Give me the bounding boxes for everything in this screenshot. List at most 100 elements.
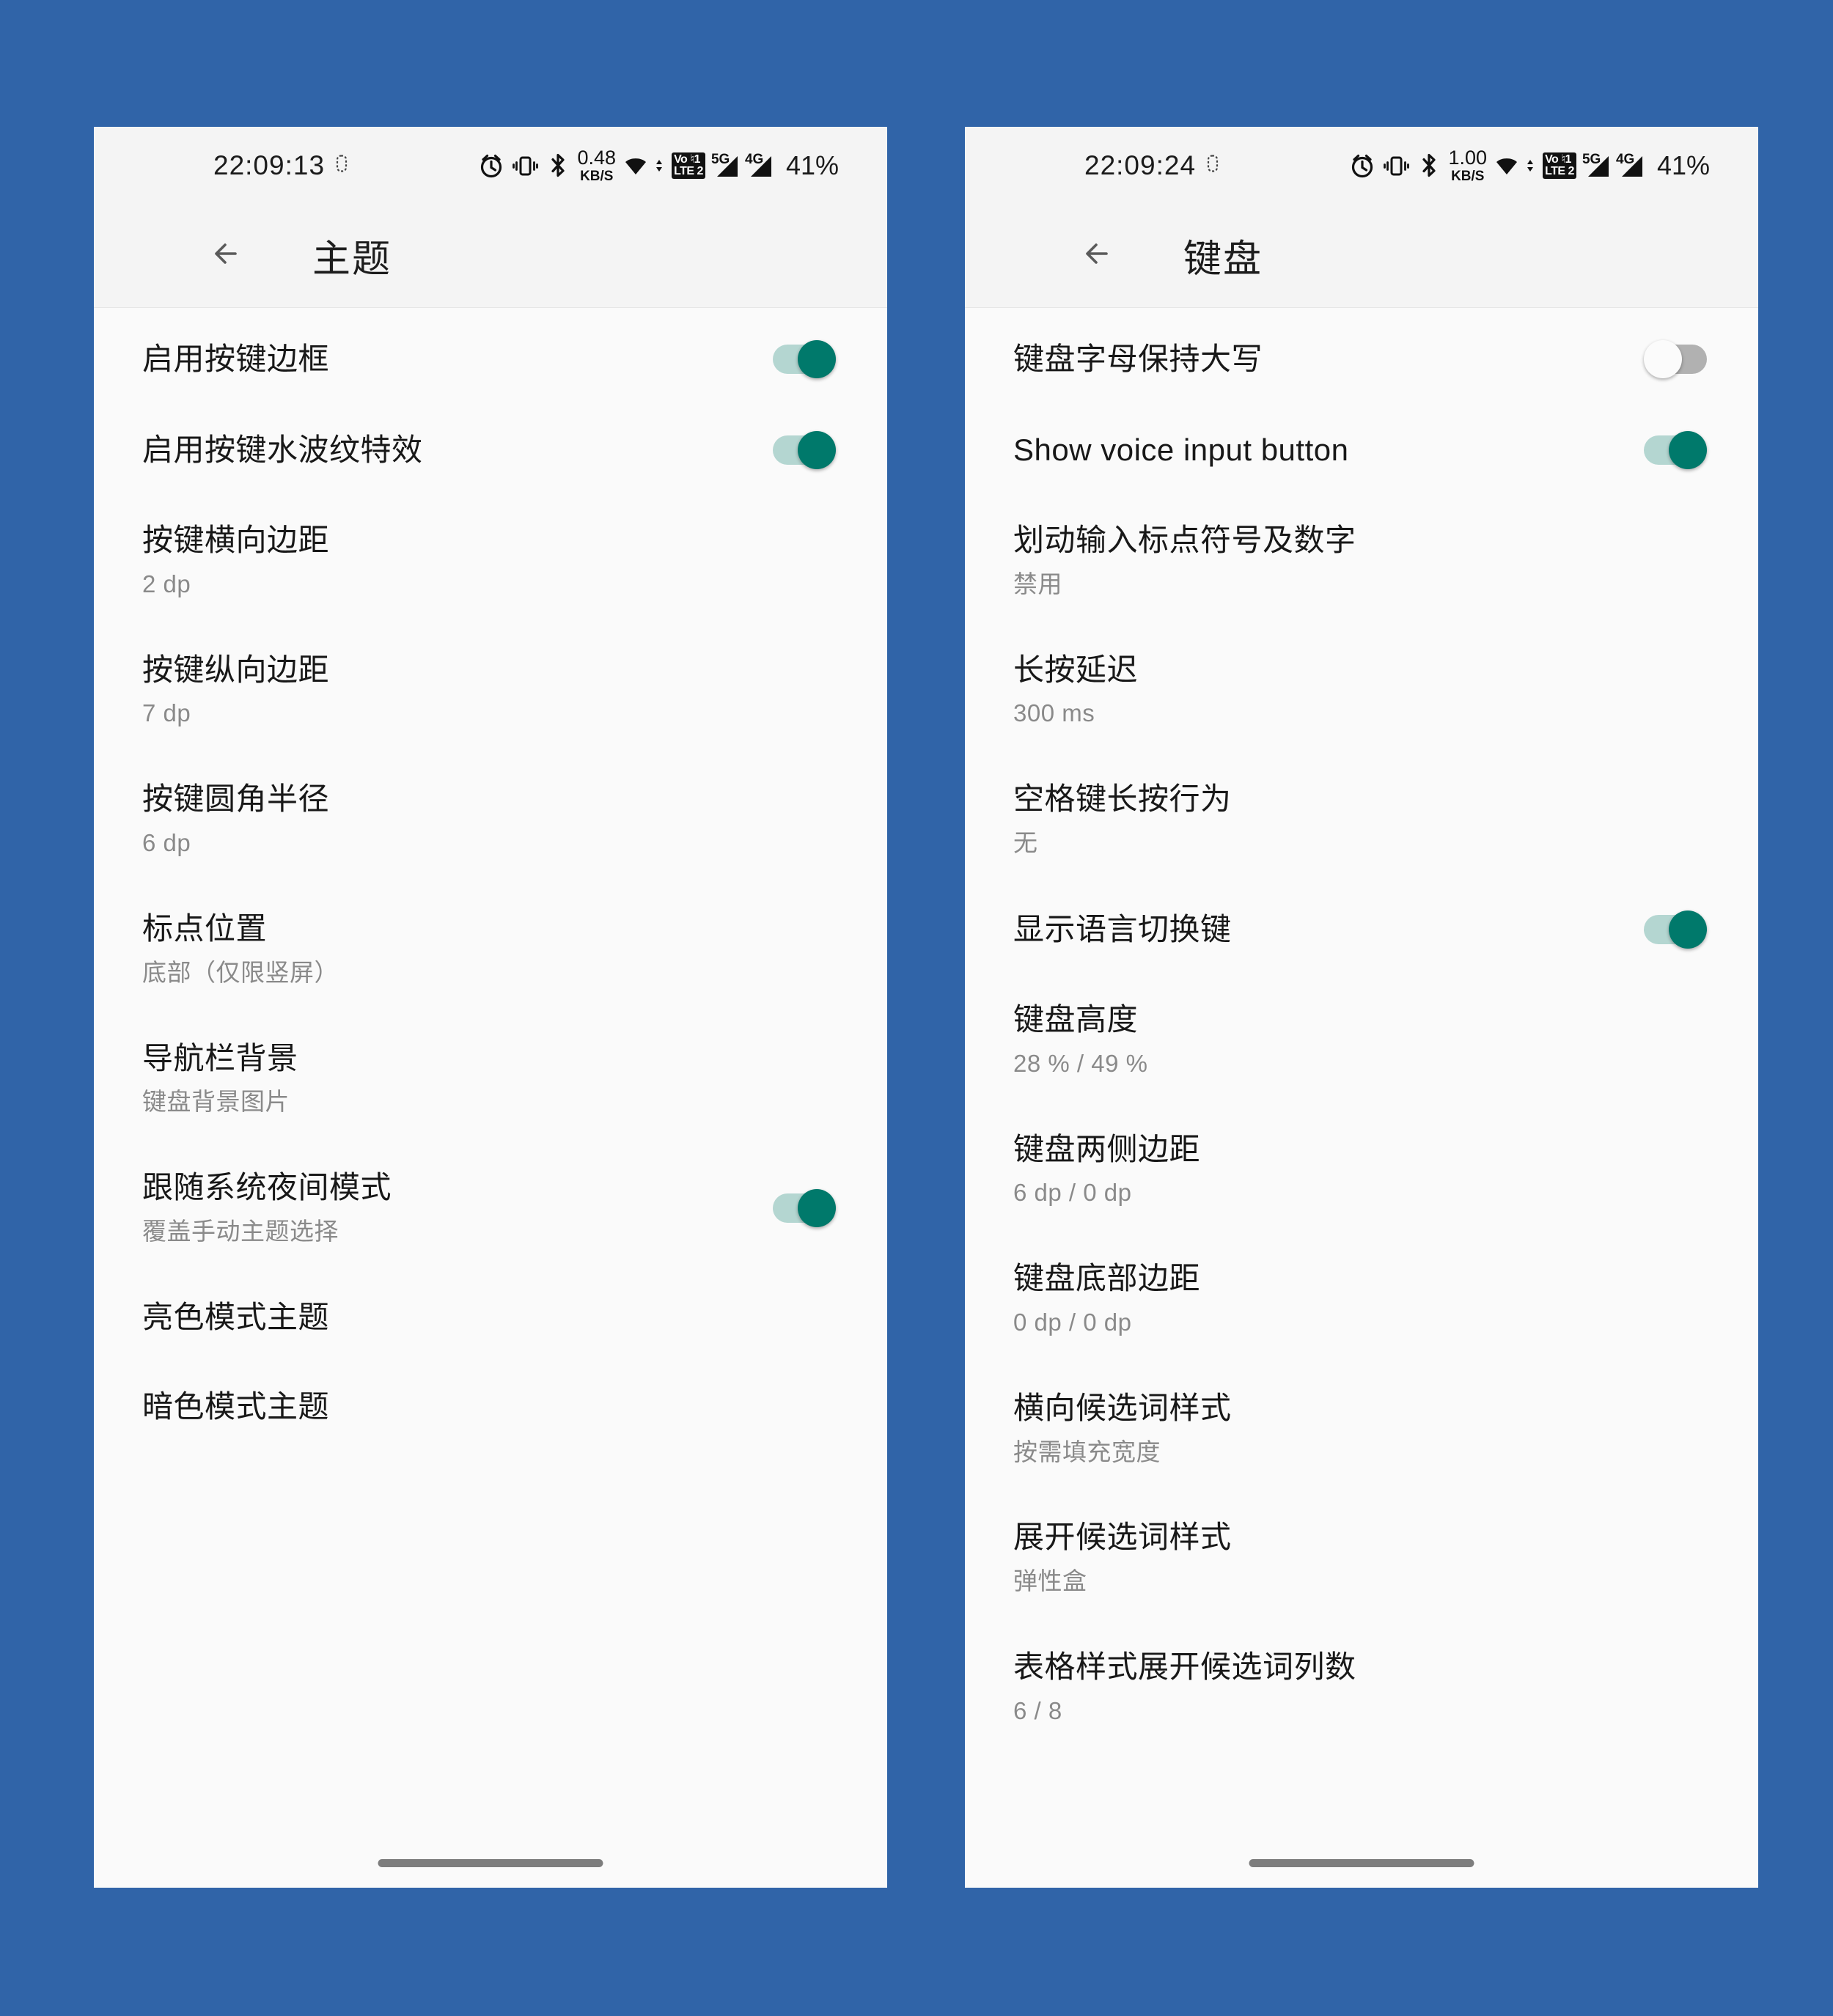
status-bar-left: 22:09:24 (1084, 150, 1219, 181)
settings-row-subtitle: 6 / 8 (1013, 1696, 1062, 1724)
settings-row-title: 按键纵向边距 (142, 652, 330, 687)
wifi-icon (1496, 155, 1518, 176)
volte-line2: LTE 2 (1545, 164, 1574, 177)
settings-row[interactable]: 键盘两侧边距 6 dp / 0 dp (965, 1105, 1758, 1235)
battery-percentage: 41% (785, 150, 839, 180)
bluetooth-icon (547, 152, 569, 178)
network-speed-unit: KB/S (580, 168, 614, 184)
settings-row-title: 划动输入标点符号及数字 (1013, 523, 1356, 557)
toggle-thumb (1669, 910, 1707, 949)
settings-row[interactable]: 导航栏背景 键盘背景图片 (94, 1014, 887, 1144)
sim2-network-label: 4G (744, 151, 764, 167)
settings-row-texts: 横向候选词样式 按需填充宽度 (1013, 1388, 1710, 1468)
toggle-thumb (1644, 340, 1682, 378)
settings-row-toggle[interactable] (773, 1188, 837, 1229)
settings-row[interactable]: 暗色模式主题 (94, 1362, 887, 1452)
settings-row-subtitle: 底部（仅限竖屏） (142, 958, 339, 986)
settings-row-toggle[interactable] (773, 339, 837, 380)
back-button[interactable] (1075, 234, 1119, 278)
settings-row[interactable]: 键盘高度 28 % / 49 % (965, 975, 1758, 1105)
toggle-thumb (1669, 431, 1707, 469)
sim1-network-label: 5G (1582, 151, 1601, 167)
settings-row[interactable]: 按键圆角半径 6 dp (94, 754, 887, 884)
settings-row-toggle[interactable] (1644, 430, 1708, 471)
settings-row[interactable]: 按键横向边距 2 dp (94, 496, 887, 625)
volte-line2: LTE 2 (674, 164, 703, 177)
volte-line1: Vo ♮1 (674, 152, 700, 166)
settings-row-title: 亮色模式主题 (142, 1299, 330, 1334)
sim1-signal-icon: 5G (710, 151, 739, 178)
settings-row-texts: 划动输入标点符号及数字 禁用 (1013, 520, 1710, 600)
sim1-network-label: 5G (710, 151, 730, 167)
settings-row-title: 长按延迟 (1013, 652, 1139, 687)
settings-row-texts: 键盘字母保持大写 (1013, 339, 1626, 379)
settings-row[interactable]: 显示语言切换键 (965, 884, 1758, 975)
settings-row-title: Show voice input button (1013, 433, 1349, 468)
settings-row-subtitle: 覆盖手动主题选择 (142, 1217, 339, 1245)
data-transfer-arrows-icon (1527, 158, 1534, 173)
settings-row-title: 展开候选词样式 (1013, 1520, 1232, 1555)
volte-icon: Vo ♮1 LTE 2 (672, 152, 705, 179)
sim1-signal-icon: 5G (1582, 151, 1610, 178)
bluetooth-icon (1418, 152, 1440, 178)
back-arrow-icon (1084, 241, 1109, 270)
battery-percentage: 41% (1656, 150, 1710, 180)
status-bar: 22:09:13 0.48 KB/S Vo ♮1 LTE 2 5G 4G 41% (94, 127, 887, 204)
settings-row-title: 键盘字母保持大写 (1013, 342, 1263, 377)
alarm-icon (1350, 153, 1375, 178)
settings-row[interactable]: 标点位置底部（仅限竖屏） (94, 884, 887, 1014)
settings-row-subtitle: 7 dp (142, 699, 191, 727)
settings-row[interactable]: 长按延迟 300 ms (965, 625, 1758, 755)
network-speed-value: 0.48 (577, 146, 617, 169)
settings-row-texts: 启用按键边框 (142, 339, 755, 379)
sim2-signal-icon: 4G (744, 151, 773, 178)
data-transfer-arrows-icon (655, 158, 663, 173)
settings-row-toggle[interactable] (1644, 339, 1708, 380)
settings-row[interactable]: 启用按键边框 (94, 314, 887, 405)
settings-row-texts: Show voice input button (1013, 430, 1626, 470)
settings-row-title: 标点位置 (142, 910, 268, 946)
settings-row[interactable]: 表格样式展开候选词列数 6 / 8 (965, 1622, 1758, 1752)
settings-row[interactable]: 按键纵向边距 7 dp (94, 625, 887, 755)
settings-row[interactable]: Show voice input button (965, 405, 1758, 496)
settings-row[interactable]: 空格键长按行为无 (965, 754, 1758, 884)
vibrate-icon (512, 153, 538, 178)
home-indicator[interactable] (1249, 1859, 1474, 1867)
settings-row[interactable]: 键盘字母保持大写 (965, 314, 1758, 405)
settings-row-subtitle: 6 dp / 0 dp (1013, 1179, 1132, 1207)
settings-row-subtitle: 6 dp (142, 829, 191, 857)
settings-row-subtitle: 弹性盒 (1013, 1567, 1087, 1595)
settings-row-subtitle: 2 dp (142, 570, 191, 597)
settings-row-toggle[interactable] (1644, 909, 1708, 950)
settings-row-texts: 键盘高度 28 % / 49 % (1013, 1000, 1710, 1080)
settings-row-texts: 暗色模式主题 (142, 1387, 839, 1427)
settings-row[interactable]: 启用按键水波纹特效 (94, 405, 887, 496)
settings-row-title: 跟随系统夜间模式 (142, 1170, 392, 1205)
settings-row-texts: 跟随系统夜间模式覆盖手动主题选择 (142, 1168, 755, 1248)
settings-row[interactable]: 跟随系统夜间模式覆盖手动主题选择 (94, 1143, 887, 1273)
settings-row-subtitle: 键盘背景图片 (142, 1088, 290, 1116)
settings-row[interactable]: 划动输入标点符号及数字 禁用 (965, 496, 1758, 625)
settings-row-texts: 表格样式展开候选词列数 6 / 8 (1013, 1647, 1710, 1727)
status-bar-left: 22:09:13 (213, 150, 348, 181)
settings-row-toggle[interactable] (773, 430, 837, 471)
settings-row-title: 按键横向边距 (142, 523, 330, 557)
settings-row[interactable]: 展开候选词样式弹性盒 (965, 1493, 1758, 1622)
settings-row-texts: 键盘两侧边距 6 dp / 0 dp (1013, 1130, 1710, 1210)
home-indicator[interactable] (378, 1859, 603, 1867)
app-bar: 主题 (94, 204, 887, 308)
settings-row-title: 键盘两侧边距 (1013, 1131, 1201, 1166)
settings-row[interactable]: 亮色模式主题 (94, 1273, 887, 1362)
settings-row-texts: 显示语言切换键 (1013, 910, 1626, 949)
settings-row[interactable]: 键盘底部边距 0 dp / 0 dp (965, 1234, 1758, 1364)
settings-row-texts: 按键横向边距 2 dp (142, 520, 839, 600)
settings-row[interactable]: 横向候选词样式 按需填充宽度 (965, 1364, 1758, 1493)
status-time: 22:09:24 (1084, 150, 1197, 180)
network-speed-indicator: 0.48 KB/S (577, 146, 617, 184)
network-speed-unit: KB/S (1451, 168, 1485, 184)
back-button[interactable] (204, 234, 248, 278)
settings-row-title: 横向候选词样式 (1013, 1390, 1232, 1425)
settings-row-texts: 空格键长按行为无 (1013, 779, 1710, 859)
back-arrow-icon (213, 241, 238, 270)
settings-row-title: 键盘底部边距 (1013, 1261, 1201, 1296)
